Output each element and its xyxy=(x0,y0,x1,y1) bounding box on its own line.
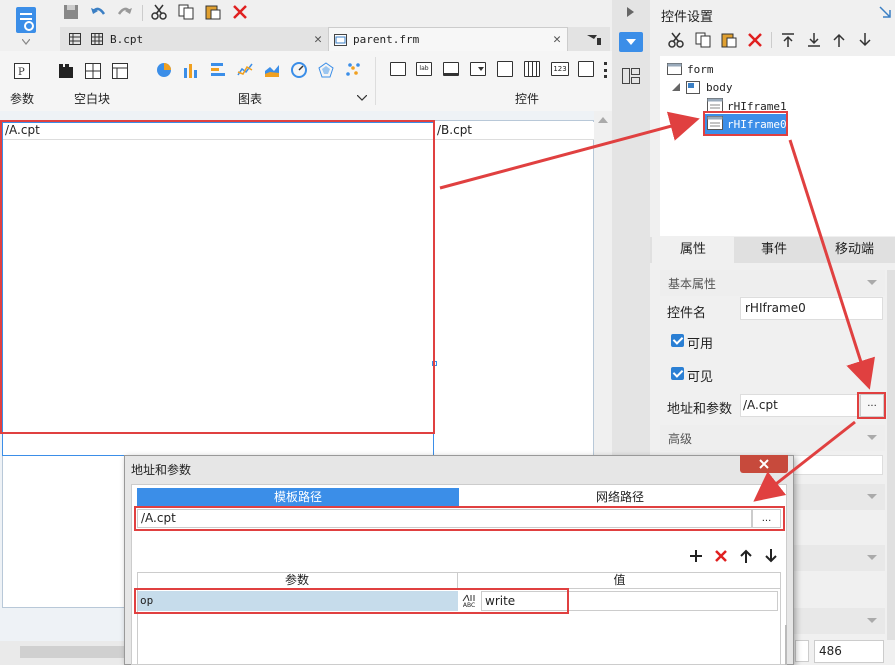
annotation-arrow xyxy=(788,139,875,390)
annotation-arrow xyxy=(753,420,856,502)
annotation-arrow xyxy=(439,111,700,190)
annotation-arrows xyxy=(439,111,875,502)
